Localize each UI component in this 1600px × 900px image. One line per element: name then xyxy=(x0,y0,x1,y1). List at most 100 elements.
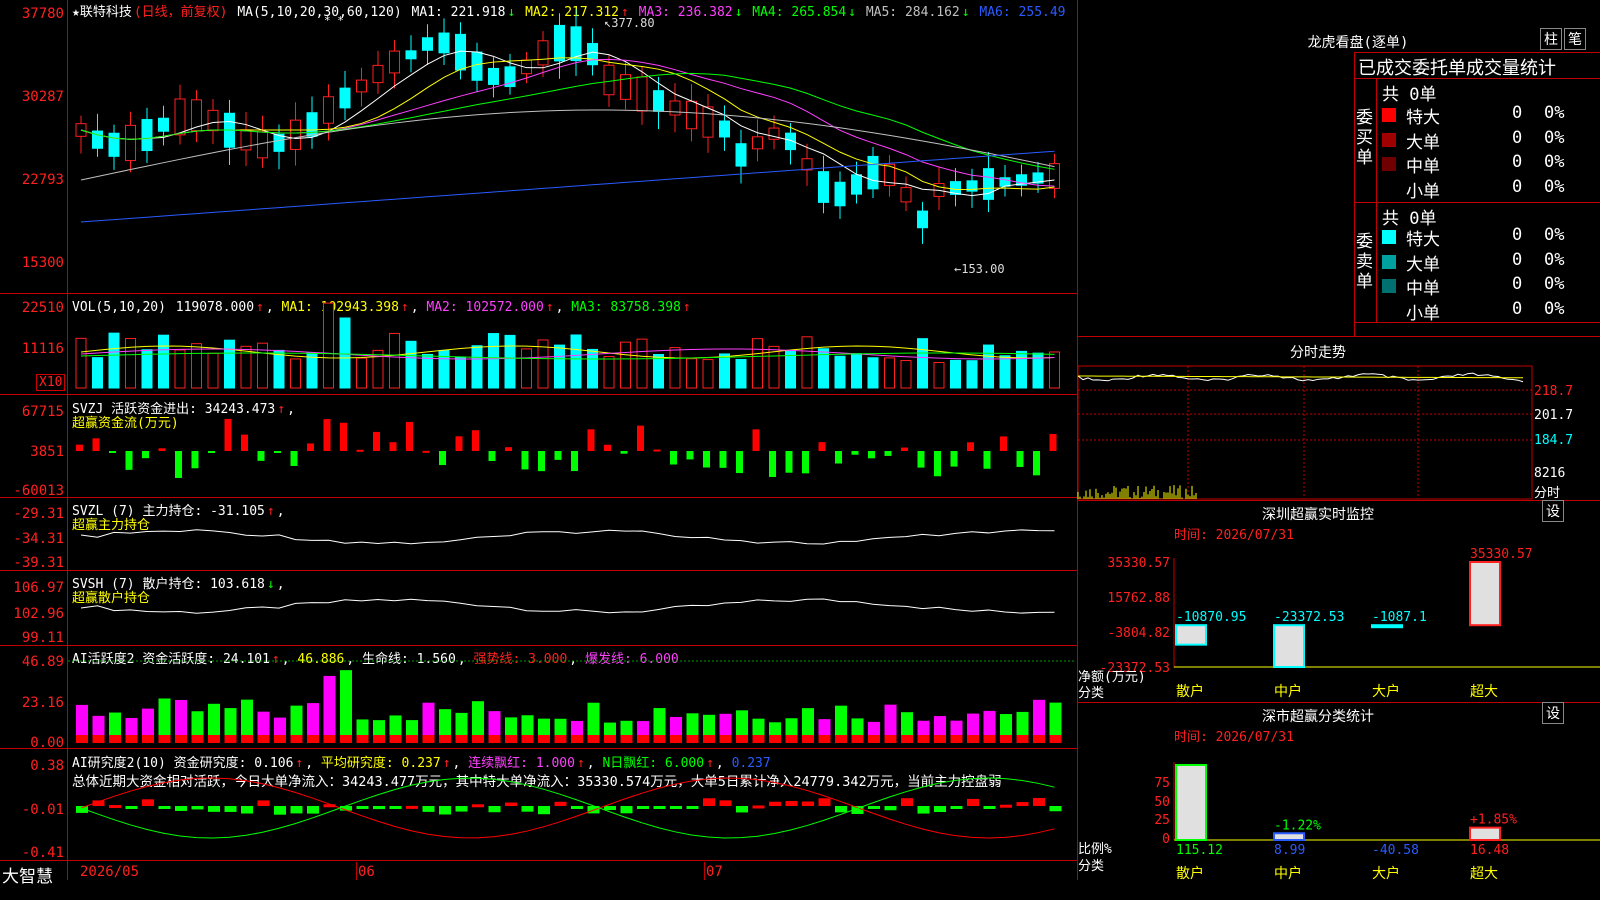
research-bar xyxy=(175,806,187,811)
fund-bar xyxy=(868,451,875,459)
sell-row-pct: 0% xyxy=(1544,249,1565,270)
volume-bar xyxy=(900,360,912,389)
buy-row-color-swatch xyxy=(1382,132,1396,147)
fund-bar xyxy=(653,449,661,452)
fund-bar xyxy=(983,451,991,469)
kline-chart-area[interactable]: ★联特科技 (日线，前复权) MA(5,10,20,30,60,120) MA1:… xyxy=(0,0,1078,900)
research-bar xyxy=(571,806,583,809)
fund-bar xyxy=(208,451,215,453)
volume-bar xyxy=(521,348,532,389)
fund-bar xyxy=(109,451,116,453)
fund-bar xyxy=(406,421,413,451)
fund-bar xyxy=(1000,436,1007,451)
research-bar xyxy=(1016,802,1029,806)
bar-mode-button[interactable]: 柱 xyxy=(1540,28,1562,50)
sz-class-bar xyxy=(1469,826,1501,841)
volume-bar xyxy=(488,333,499,389)
main-position-chart[interactable] xyxy=(0,497,1078,570)
sell-row-count: 0 xyxy=(1512,225,1523,245)
activity-base xyxy=(208,735,220,743)
sz-monitor-tick: -3804.82 xyxy=(1107,626,1170,641)
research-bar xyxy=(257,800,270,806)
research-bar xyxy=(637,806,649,809)
fund-bar xyxy=(769,451,776,477)
volume-bar xyxy=(125,338,136,389)
intraday-chart[interactable] xyxy=(1077,362,1600,502)
candlestick-chart[interactable] xyxy=(0,0,1078,293)
candle xyxy=(471,51,483,81)
sell-row-color-swatch xyxy=(1382,230,1396,244)
candle xyxy=(851,174,862,195)
fenshi-title: 分时走势 xyxy=(1290,345,1346,361)
candle xyxy=(438,32,450,54)
volume-bar xyxy=(702,359,714,389)
activity-base xyxy=(505,735,517,743)
buy-row-pct: 0% xyxy=(1544,127,1565,148)
sz-monitor-category: 中户 xyxy=(1274,683,1302,700)
ratio-bar-chart[interactable]: 75 50 25 0 115.12 散户 8.99 -1.22% 中户 -40.58 大户 16.48… xyxy=(1078,702,1600,900)
research-bar xyxy=(686,806,699,809)
buy-row-name: 小单 xyxy=(1406,181,1440,202)
net-flow-bar-chart[interactable]: 35330.57 15762.88 -3804.82 -23372.53 -10870.… xyxy=(1078,500,1600,700)
volume-bar xyxy=(983,344,994,389)
volume-bar xyxy=(570,334,582,389)
volume-bar xyxy=(917,338,928,389)
activity-base xyxy=(967,735,979,743)
volume-bar xyxy=(141,349,153,389)
research-chart[interactable] xyxy=(0,748,1078,860)
volume-bar xyxy=(603,356,615,389)
fund-flow-chart[interactable] xyxy=(0,395,1078,497)
activity-base xyxy=(1016,735,1029,743)
sz-monitor-bar xyxy=(1469,561,1501,627)
fund-bar xyxy=(785,451,793,473)
volume-bar xyxy=(108,332,120,389)
sz-monitor-bar-label: -23372.53 xyxy=(1274,610,1344,625)
research-bar xyxy=(1000,804,1012,808)
candle xyxy=(207,109,219,132)
fund-bar xyxy=(76,444,83,451)
activity-base xyxy=(769,735,781,743)
activity-chart[interactable] xyxy=(0,645,1078,748)
candle xyxy=(983,168,994,200)
retail-position-chart[interactable] xyxy=(0,570,1078,645)
sell-row-color-swatch xyxy=(1382,254,1396,269)
tick-mode-button[interactable]: 笔 xyxy=(1564,28,1586,50)
activity-base xyxy=(307,735,319,743)
activity-base xyxy=(884,735,897,743)
fund-bar xyxy=(1049,433,1057,451)
research-bar xyxy=(1033,797,1045,806)
research-bar xyxy=(818,798,831,806)
candle xyxy=(323,96,334,124)
fund-bar xyxy=(356,449,364,452)
candle xyxy=(702,106,714,138)
buy-row-count: 0 xyxy=(1512,176,1523,197)
fund-bar xyxy=(125,451,133,470)
activity-base xyxy=(620,735,633,743)
activity-base xyxy=(851,735,864,743)
volume-bar xyxy=(75,337,87,389)
sell-row-count: 0 xyxy=(1512,274,1523,294)
fenshi-tick: 8216 xyxy=(1534,466,1566,481)
volume-bar xyxy=(356,357,367,389)
research-bar xyxy=(884,806,897,811)
candle xyxy=(273,133,285,152)
activity-base xyxy=(604,735,616,743)
sz-class-tick: 75 xyxy=(1154,776,1170,791)
research-bar xyxy=(488,806,501,813)
volume-bar xyxy=(851,353,862,389)
activity-base xyxy=(175,735,187,743)
research-bar xyxy=(439,806,451,815)
research-bar xyxy=(1049,806,1062,812)
activity-base xyxy=(472,735,484,743)
activity-base xyxy=(1049,735,1062,743)
activity-base xyxy=(901,735,913,743)
volume-bar xyxy=(471,345,483,389)
fenshi-frame xyxy=(1077,365,1533,500)
volume-chart[interactable] xyxy=(0,294,1078,394)
fund-bar xyxy=(1016,451,1024,467)
activity-base xyxy=(686,735,699,743)
sz-monitor-bar xyxy=(1273,624,1305,668)
volume-bar xyxy=(785,350,796,389)
candle xyxy=(653,90,664,112)
research-bar xyxy=(703,798,715,806)
